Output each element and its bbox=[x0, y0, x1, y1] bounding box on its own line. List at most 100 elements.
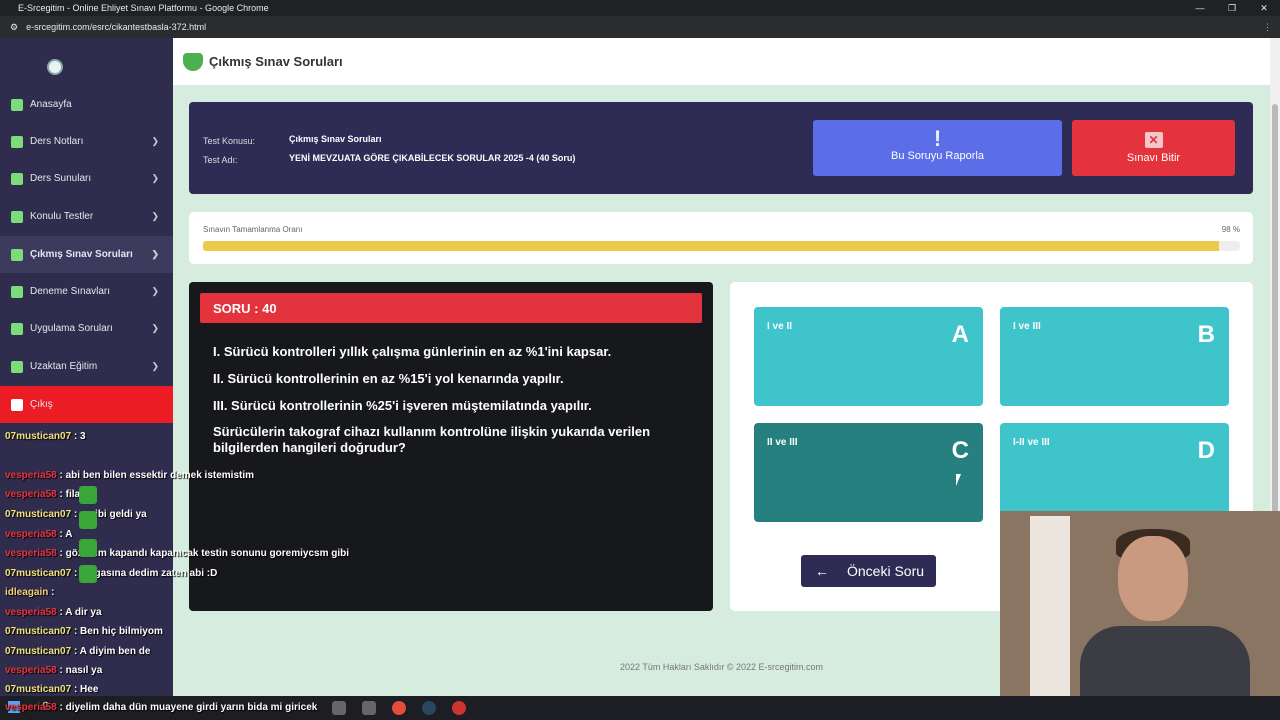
steam-icon[interactable] bbox=[422, 701, 436, 715]
address-bar[interactable]: ⚙ e-srcegitim.com/esrc/cikantestbasla-37… bbox=[0, 16, 1280, 38]
chat-message: idleagain : bbox=[5, 587, 55, 598]
chat-message: 07mustican07 : Ben hiç bilmiyom bbox=[5, 626, 163, 637]
completion-progress: Sınavın Tamamlanma Oranı 98 % bbox=[189, 212, 1253, 264]
sidebar-item-label: Çıkış bbox=[30, 399, 53, 410]
chat-message: vesperia58 : A bbox=[5, 529, 73, 540]
report-question-button[interactable]: ! Bu Soruyu Raporla bbox=[813, 120, 1062, 176]
webcam-lamp bbox=[1030, 516, 1070, 716]
sidebar-item-label: Ders Sunuları bbox=[30, 173, 92, 184]
mouse-cursor bbox=[956, 474, 961, 486]
chevron-right-icon: ❯ bbox=[151, 249, 159, 259]
question-statement-2: II. Sürücü kontrollerinin en az %15'i yo… bbox=[213, 371, 564, 386]
chat-message: 07mustican07 : o gibi geldi ya bbox=[5, 509, 147, 520]
scrollbar-thumb[interactable] bbox=[1272, 104, 1278, 524]
chat-message: vesperia58 : abi ben bilen essektir deme… bbox=[5, 470, 255, 481]
chevron-right-icon: ❯ bbox=[151, 286, 159, 296]
option-text: I ve III bbox=[1013, 321, 1041, 332]
url-text[interactable]: e-srcegitim.com/esrc/cikantestbasla-372.… bbox=[26, 22, 206, 32]
option-d[interactable]: I-II ve III D bbox=[1000, 423, 1229, 522]
window-title: E-Srcegitim - Online Ehliyet Sınavı Plat… bbox=[18, 3, 269, 13]
window-titlebar: E-Srcegitim - Online Ehliyet Sınavı Plat… bbox=[0, 0, 1280, 16]
whatsapp-icon[interactable] bbox=[79, 565, 97, 583]
sidebar-item-label: Uygulama Soruları bbox=[30, 323, 113, 334]
option-a[interactable]: I ve II A bbox=[754, 307, 983, 406]
previous-button-label: Önceki Soru bbox=[847, 563, 925, 579]
sidebar-item-ders-notlari[interactable]: Ders Notları ❯ bbox=[0, 123, 173, 160]
chat-message: vesperia58 : diyelim daha dün muayene gi… bbox=[5, 702, 318, 713]
sidebar-item-cikis[interactable]: Çıkış bbox=[0, 386, 173, 423]
close-box-icon: ✕ bbox=[1144, 132, 1163, 148]
exclamation-icon: ! bbox=[933, 126, 942, 151]
chat-message: vesperia58 : A dir ya bbox=[5, 607, 102, 618]
document-icon bbox=[11, 248, 23, 261]
test-konusu-value: Çıkmış Sınav Soruları bbox=[289, 134, 382, 144]
progress-label: Sınavın Tamamlanma Oranı bbox=[203, 225, 303, 234]
monitor-icon bbox=[11, 360, 23, 373]
webcam-person-head bbox=[1118, 536, 1188, 621]
test-info-panel: Test Konusu: Çıkmış Sınav Soruları Test … bbox=[189, 102, 1253, 194]
sidebar-item-cikmis-sinav-sorulari[interactable]: Çıkmış Sınav Soruları ❯ bbox=[0, 236, 173, 273]
sidebar-item-label: Konulu Testler bbox=[30, 211, 94, 222]
question-statement-3: III. Sürücü kontrollerinin %25'i işveren… bbox=[213, 398, 592, 413]
store-icon[interactable] bbox=[362, 701, 376, 715]
previous-question-button[interactable]: ← Önceki Soru bbox=[801, 555, 936, 587]
option-c[interactable]: II ve III C bbox=[754, 423, 983, 522]
restore-icon[interactable]: ❐ bbox=[1216, 0, 1248, 16]
option-b[interactable]: I ve III B bbox=[1000, 307, 1229, 406]
chat-message: vesperia58 : gözlerim kapandı kapanıcak … bbox=[5, 548, 350, 559]
test-konusu-label: Test Konusu: bbox=[203, 136, 256, 146]
test-adi-value: YENİ MEVZUATA GÖRE ÇIKABİLECEK SORULAR 2… bbox=[289, 153, 576, 163]
logout-icon bbox=[11, 398, 23, 411]
chevron-right-icon: ❯ bbox=[151, 211, 159, 221]
book-icon bbox=[11, 135, 23, 148]
progress-percent: 98 % bbox=[1221, 225, 1240, 234]
option-letter: C bbox=[951, 437, 969, 464]
chat-message: vesperia58 : nasıl ya bbox=[5, 665, 103, 676]
file-explorer-icon[interactable] bbox=[332, 701, 346, 715]
twitter-icon[interactable] bbox=[79, 539, 97, 557]
list-icon bbox=[11, 285, 23, 298]
facebook-icon[interactable] bbox=[79, 486, 97, 504]
chrome-icon[interactable] bbox=[392, 701, 406, 715]
arrow-left-icon: ← bbox=[815, 563, 829, 579]
sidebar-item-deneme-sinavlari[interactable]: Deneme Sınavları ❯ bbox=[0, 273, 173, 310]
minimize-icon[interactable]: — bbox=[1184, 0, 1216, 16]
close-icon[interactable]: ✕ bbox=[1248, 0, 1280, 16]
instagram-icon[interactable] bbox=[79, 511, 97, 529]
option-text: I-II ve III bbox=[1013, 437, 1050, 448]
chat-message: 07mustican07 : palgasına dedim zaten abi… bbox=[5, 568, 218, 579]
sidebar-item-uzaktan-egitim[interactable]: Uzaktan Eğitim ❯ bbox=[0, 348, 173, 385]
sidebar-item-label: Deneme Sınavları bbox=[30, 286, 111, 297]
option-letter: D bbox=[1197, 437, 1215, 464]
question-statement-1: I. Sürücü kontrolleri yıllık çalışma gün… bbox=[213, 344, 612, 359]
chevron-right-icon: ❯ bbox=[151, 323, 159, 333]
test-adi-label: Test Adı: bbox=[203, 155, 238, 165]
chevron-right-icon: ❯ bbox=[151, 173, 159, 183]
hands-icon bbox=[183, 52, 203, 71]
sidebar-item-label: Çıkmış Sınav Soruları bbox=[30, 249, 133, 260]
stream-chat-overlay: 07mustican07 : 3 vesperia58 : abi ben bi… bbox=[0, 423, 360, 696]
progress-fill bbox=[203, 241, 1220, 251]
chat-message: vesperia58 : filan bbox=[5, 489, 87, 500]
site-logo[interactable] bbox=[47, 59, 63, 75]
sidebar-item-konulu-testler[interactable]: Konulu Testler ❯ bbox=[0, 198, 173, 235]
finish-exam-button[interactable]: ✕ Sınavı Bitir bbox=[1072, 120, 1235, 176]
site-info-icon[interactable]: ⚙ bbox=[10, 22, 18, 33]
chat-message: 07mustican07 : A diyim ben de bbox=[5, 646, 151, 657]
menu-icon[interactable]: ⋮ bbox=[1263, 22, 1272, 33]
obs-icon[interactable] bbox=[452, 701, 466, 715]
page-title: Çıkmış Sınav Soruları bbox=[209, 54, 343, 69]
sidebar-item-anasayfa[interactable]: Anasayfa bbox=[0, 86, 173, 123]
chevron-right-icon: ❯ bbox=[151, 361, 159, 371]
option-text: I ve II bbox=[767, 321, 793, 332]
question-number: SORU : 40 bbox=[200, 293, 702, 323]
option-text: II ve III bbox=[767, 437, 798, 448]
page-header: Çıkmış Sınav Soruları bbox=[173, 38, 1270, 85]
finish-button-label: Sınavı Bitir bbox=[1126, 152, 1181, 164]
building-icon bbox=[11, 210, 23, 223]
sidebar-item-uygulama-sorulari[interactable]: Uygulama Soruları ❯ bbox=[0, 310, 173, 347]
os-taskbar: ⚲ vesperia58 : diyelim daha dün muayene … bbox=[0, 696, 1280, 720]
progress-track bbox=[203, 241, 1240, 251]
presentation-icon bbox=[11, 172, 23, 185]
sidebar-item-ders-sunulari[interactable]: Ders Sunuları ❯ bbox=[0, 160, 173, 197]
